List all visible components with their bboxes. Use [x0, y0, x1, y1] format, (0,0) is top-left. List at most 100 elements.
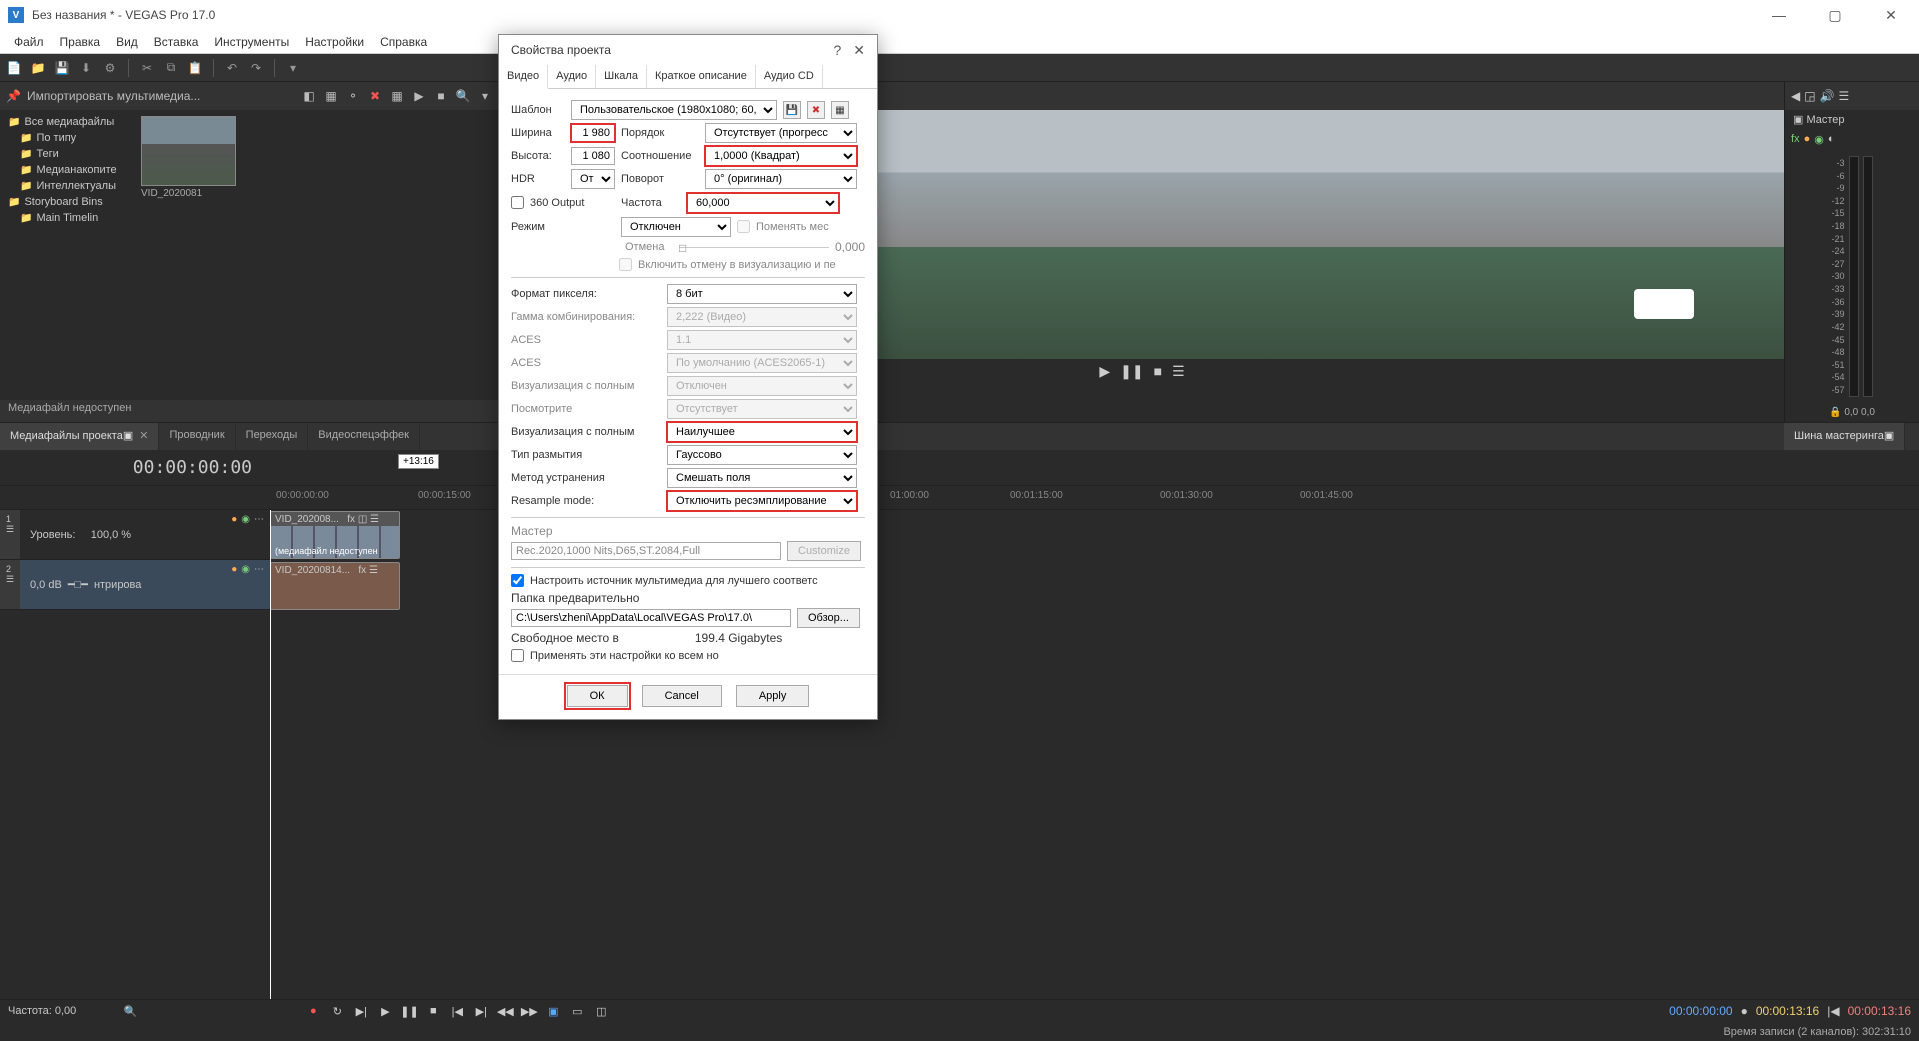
- dialog-tab-video[interactable]: Видео: [499, 65, 548, 89]
- minimize-button[interactable]: —: [1759, 7, 1799, 24]
- master-dim-icon[interactable]: ◐: [1828, 133, 1835, 146]
- master-solo-icon[interactable]: ◉: [1814, 133, 1824, 146]
- width-input[interactable]: [571, 124, 615, 142]
- tree-main-timeline[interactable]: Main Timelin: [0, 210, 135, 226]
- template-delete-icon[interactable]: ✖: [807, 101, 825, 119]
- undo-icon[interactable]: ↶: [224, 60, 240, 76]
- tab-explorer[interactable]: Проводник: [159, 423, 235, 450]
- close-button[interactable]: ✕: [1871, 7, 1911, 24]
- render-icon[interactable]: ⬇: [78, 60, 94, 76]
- preview-pause-icon[interactable]: ❚❚: [1120, 363, 1143, 380]
- timecode-cursor[interactable]: 00:00:00:00: [1669, 1004, 1732, 1018]
- record-icon[interactable]: ●: [304, 1005, 322, 1017]
- lock-icon[interactable]: 🔒: [1829, 407, 1841, 418]
- template-match-icon[interactable]: ▦: [831, 101, 849, 119]
- master-mute-icon[interactable]: ●: [1804, 133, 1811, 146]
- track-mute-icon[interactable]: ◉: [241, 514, 250, 525]
- media-play-icon[interactable]: ▶: [411, 88, 427, 104]
- tree-intellect[interactable]: Интеллектуалы: [0, 178, 135, 194]
- aspect-select[interactable]: 1,0000 (Квадрат): [705, 146, 857, 166]
- video-track-header[interactable]: 1☰ Уровень: 100,0 % ● ◉ ⋯: [0, 510, 270, 560]
- track-bypass-icon[interactable]: ●: [231, 564, 237, 575]
- new-project-icon[interactable]: 📄: [6, 60, 22, 76]
- pause-icon[interactable]: ❚❚: [400, 1005, 418, 1018]
- collapse-icon[interactable]: ◀: [1791, 89, 1800, 103]
- dialog-tab-audio[interactable]: Аудио: [548, 65, 596, 88]
- media-thumbnail[interactable]: [141, 116, 236, 186]
- deinterlace-select[interactable]: Смешать поля: [667, 468, 857, 488]
- play-start-icon[interactable]: ▶|: [352, 1005, 370, 1018]
- timecode-selection-length[interactable]: 00:00:13:16: [1848, 1004, 1911, 1018]
- resample-mode-select[interactable]: Отключить ресэмплирование: [667, 491, 857, 511]
- tab-video-fx[interactable]: Видеоспецэффек: [308, 423, 420, 450]
- next-frame-icon[interactable]: ▶▶: [520, 1005, 538, 1018]
- cancel-button[interactable]: Cancel: [642, 685, 722, 707]
- dialog-tab-scale[interactable]: Шкала: [596, 65, 647, 88]
- play-icon[interactable]: ▶: [376, 1005, 394, 1018]
- tab-transitions[interactable]: Переходы: [236, 423, 309, 450]
- maximize-icon[interactable]: ◲: [1804, 89, 1815, 103]
- tab-mastering-bus[interactable]: Шина мастеринга▣: [1784, 423, 1905, 450]
- paste-icon[interactable]: 📋: [187, 60, 203, 76]
- 360-output-checkbox[interactable]: [511, 196, 524, 209]
- copy-icon[interactable]: ⧉: [163, 60, 179, 76]
- menu-settings[interactable]: Настройки: [299, 33, 370, 51]
- order-select[interactable]: Отсутствует (прогресс: [705, 123, 857, 143]
- media-view-icon[interactable]: ▾: [477, 88, 493, 104]
- track-more-icon[interactable]: ⋯: [254, 564, 264, 575]
- goto-start-icon[interactable]: |◀: [448, 1005, 466, 1018]
- track-mute-icon[interactable]: ◉: [241, 564, 250, 575]
- redo-icon[interactable]: ↷: [248, 60, 264, 76]
- loop-icon[interactable]: ↻: [328, 1005, 346, 1018]
- pixel-format-select[interactable]: 8 бит: [667, 284, 857, 304]
- render-quality-select[interactable]: Наилучшее: [667, 422, 857, 442]
- dialog-tab-desc[interactable]: Краткое описание: [647, 65, 756, 88]
- master-fx-icon[interactable]: fx: [1791, 133, 1800, 146]
- playhead[interactable]: [270, 510, 271, 999]
- apply-button[interactable]: Apply: [736, 685, 810, 707]
- settings-icon[interactable]: ☰: [1839, 89, 1850, 103]
- goto-end-icon[interactable]: ▶|: [472, 1005, 490, 1018]
- media-tool-icon[interactable]: ▦: [323, 88, 339, 104]
- dialog-help-icon[interactable]: ?: [833, 42, 841, 58]
- video-clip[interactable]: VID_202008... fx ◫ ☰ (медиафайл недоступ…: [270, 511, 400, 559]
- template-select[interactable]: Пользовательское (1980x1080; 60,: [571, 100, 777, 120]
- menu-tools[interactable]: Инструменты: [208, 33, 295, 51]
- height-input[interactable]: [571, 147, 615, 165]
- tree-all-media[interactable]: Все медиафайлы: [0, 114, 135, 130]
- browse-button[interactable]: Обзор...: [797, 608, 860, 628]
- prev-frame-icon[interactable]: ◀◀: [496, 1005, 514, 1018]
- import-media-button[interactable]: Импортировать мультимедиа...: [27, 89, 200, 103]
- menu-help[interactable]: Справка: [374, 33, 433, 51]
- region-marker[interactable]: +13:16: [398, 454, 439, 469]
- timecode-selection-start[interactable]: 00:00:13:16: [1756, 1004, 1819, 1018]
- menu-edit[interactable]: Правка: [54, 33, 107, 51]
- menu-insert[interactable]: Вставка: [148, 33, 205, 51]
- menu-file[interactable]: Файл: [8, 33, 50, 51]
- tree-storage[interactable]: Медианакопите: [0, 162, 135, 178]
- preview-menu-icon[interactable]: ☰: [1172, 363, 1185, 380]
- track-more-icon[interactable]: ⋯: [254, 514, 264, 525]
- zoom-tool-icon[interactable]: 🔍: [122, 1003, 138, 1019]
- rotate-select[interactable]: 0° (оригинал): [705, 169, 857, 189]
- tree-storyboard[interactable]: Storyboard Bins: [0, 194, 135, 210]
- mode-select[interactable]: Отключен: [621, 217, 731, 237]
- preview-stop-icon[interactable]: ■: [1154, 363, 1162, 379]
- tab-project-media[interactable]: Медиафайлы проекта▣✕: [0, 423, 159, 450]
- blur-type-select[interactable]: Гауссово: [667, 445, 857, 465]
- media-search-icon[interactable]: 🔍: [455, 88, 471, 104]
- media-stop-icon[interactable]: ■: [433, 88, 449, 104]
- stop-icon[interactable]: ■: [424, 1005, 442, 1017]
- properties-icon[interactable]: ⚙: [102, 60, 118, 76]
- tree-tags[interactable]: Теги: [0, 146, 135, 162]
- apply-all-checkbox[interactable]: [511, 649, 524, 662]
- video-clip-2[interactable]: VID_20200814... fx ☰: [270, 562, 400, 610]
- tool-normal-icon[interactable]: ▣: [544, 1005, 562, 1018]
- tool-envelope-icon[interactable]: ◫: [592, 1005, 610, 1018]
- hdr-select[interactable]: Откл: [571, 169, 615, 189]
- adjust-media-checkbox[interactable]: [511, 574, 524, 587]
- timeline-timecode[interactable]: 00:00:00:00: [0, 450, 270, 485]
- save-project-icon[interactable]: 💾: [54, 60, 70, 76]
- prerender-folder-input[interactable]: [511, 609, 791, 627]
- speaker-icon[interactable]: 🔊: [1820, 89, 1835, 103]
